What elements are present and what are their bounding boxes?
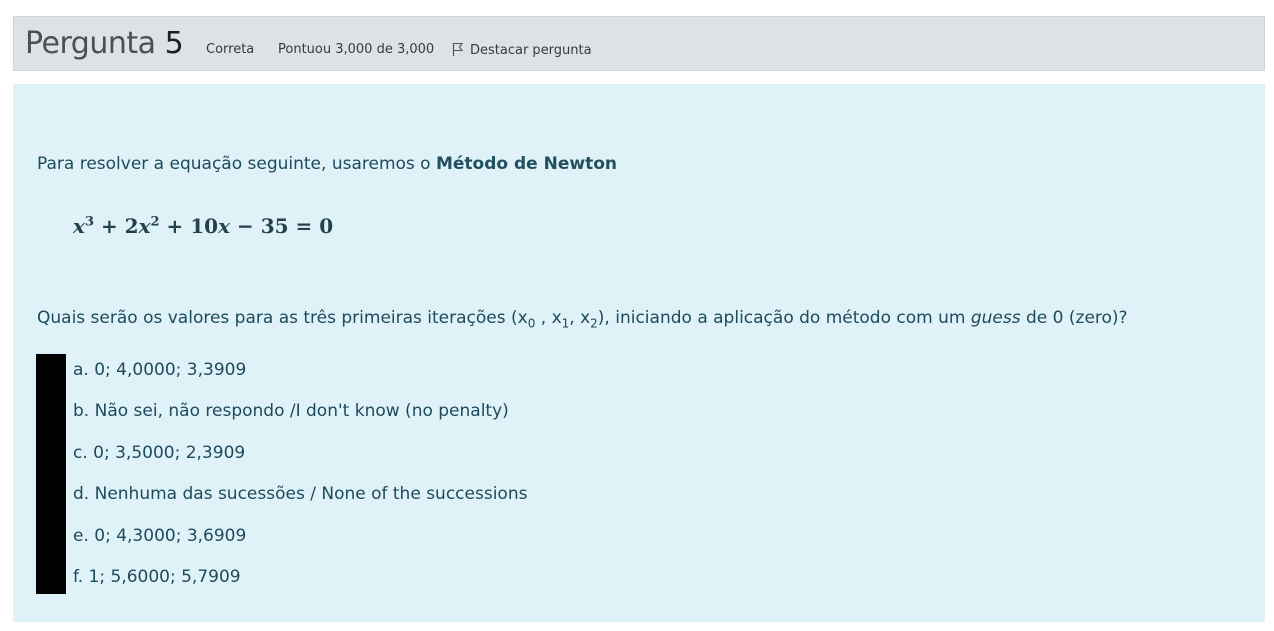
- eq-var3: x: [218, 214, 231, 238]
- question-title-word: Pergunta: [25, 26, 156, 61]
- prompt-em: guess: [970, 308, 1021, 328]
- question-score: Pontuou 3,000 de 3,000: [278, 42, 435, 57]
- prompt-sub2: 2: [590, 316, 598, 331]
- answer-option-b[interactable]: b. Não sei, não respondo /I don't know (…: [73, 401, 527, 442]
- redacted-answer-marks: [36, 354, 66, 594]
- eq-op3: −: [230, 214, 261, 238]
- eq-var1: x: [73, 214, 85, 238]
- eq-equals: =: [288, 214, 320, 238]
- flag-question-link[interactable]: Destacar pergunta: [452, 42, 592, 58]
- eq-const: 35: [260, 214, 289, 238]
- prompt-end: de 0 (zero)?: [1020, 308, 1128, 328]
- question-number: 5: [164, 26, 184, 61]
- answer-option-e[interactable]: e. 0; 4,3000; 3,6909: [73, 526, 527, 567]
- prompt-mid: ), iniciando a aplicação do método com u…: [597, 308, 971, 328]
- eq-coef3: 10: [190, 214, 219, 238]
- eq-var2: x: [138, 214, 151, 238]
- question-title: Pergunta 5: [25, 26, 184, 61]
- prompt-start: Quais serão os valores para as três prim…: [37, 308, 528, 328]
- eq-coef2: 2: [124, 214, 139, 238]
- intro-text: Para resolver a equação seguinte, usarem…: [37, 154, 436, 174]
- eq-rhs: 0: [319, 214, 334, 238]
- eq-op2: +: [159, 214, 191, 238]
- flag-question-label: Destacar pergunta: [470, 43, 592, 58]
- question-info-bar: Pergunta 5 Correta Pontuou 3,000 de 3,00…: [13, 16, 1265, 71]
- question-content: Para resolver a equação seguinte, usarem…: [13, 84, 1265, 622]
- answer-option-f[interactable]: f. 1; 5,6000; 5,7909: [73, 567, 527, 608]
- prompt-sep1: , x: [535, 308, 562, 328]
- eq-exp1: 3: [84, 214, 94, 230]
- answer-option-d[interactable]: d. Nenhuma das sucessões / None of the s…: [73, 484, 527, 525]
- eq-exp2: 2: [150, 214, 160, 230]
- answer-option-a[interactable]: a. 0; 4,0000; 3,3909: [73, 360, 527, 401]
- question-prompt: Quais serão os valores para as três prim…: [37, 308, 1128, 330]
- answer-option-c[interactable]: c. 0; 3,5000; 2,3909: [73, 443, 527, 484]
- eq-op1: +: [93, 214, 125, 238]
- prompt-sep2: , x: [569, 308, 591, 328]
- flag-icon: [452, 42, 464, 56]
- question-status: Correta: [206, 42, 255, 57]
- answer-options: a. 0; 4,0000; 3,3909 b. Não sei, não res…: [73, 360, 527, 608]
- intro-bold: Método de Newton: [435, 154, 617, 174]
- equation: x3 + 2x2 + 10x − 35 = 0: [73, 214, 333, 238]
- question-intro: Para resolver a equação seguinte, usarem…: [37, 154, 617, 174]
